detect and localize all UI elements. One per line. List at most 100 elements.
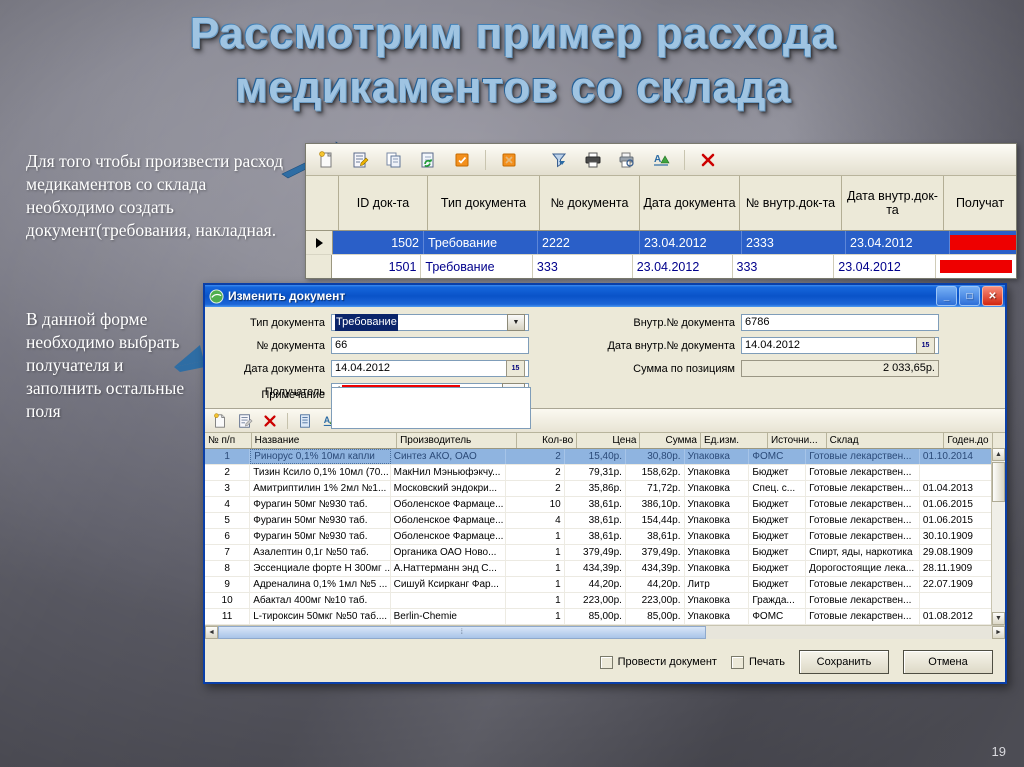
export-icon[interactable]: A [645, 146, 677, 174]
cell-name: Тизин Ксило 0,1% 10мл (70... [250, 465, 391, 480]
positions-grid[interactable]: № п/п Название Производитель Кол-во Цена… [205, 433, 1005, 625]
col-header-price[interactable]: Цена [577, 433, 641, 448]
minimize-button[interactable]: _ [936, 286, 957, 306]
table-row[interactable]: 1501 Требование 333 23.04.2012 333 23.04… [306, 255, 1016, 278]
documents-grid-body[interactable]: 1502 Требование 2222 23.04.2012 2333 23.… [306, 231, 1016, 278]
positions-grid-body[interactable]: 1 Ринорус 0,1% 10мл капли Синтез АКО, ОАО 2… [205, 449, 1005, 625]
chevron-down-icon[interactable]: ▼ [507, 314, 525, 331]
positions-hscrollbar[interactable]: ◄ ⁞ ► [205, 625, 1005, 639]
filter-icon[interactable] [543, 146, 575, 174]
cell-store: Спирт, яды, наркотика [806, 545, 920, 560]
cell-maker: А.Наттерманн энд С... [391, 561, 507, 576]
window-buttons[interactable]: _ □ ✕ [936, 286, 1003, 306]
delete-row-icon[interactable] [258, 411, 282, 431]
post-document-checkbox[interactable]: Провести документ [599, 655, 717, 669]
col-header-id[interactable]: ID док-та [339, 176, 428, 230]
doc-type-combobox[interactable]: Требование ▼ [331, 314, 529, 331]
post-document-icon[interactable] [446, 146, 478, 174]
cell-source: Бюджет [749, 561, 807, 576]
col-header-intno[interactable]: № внутр.док-та [740, 176, 842, 230]
positions-toolbar[interactable]: A [205, 409, 1005, 433]
table-row[interactable]: 1 Ринорус 0,1% 10мл капли Синтез АКО, ОАО 2… [205, 449, 1005, 465]
col-header-name[interactable]: Название [252, 433, 398, 448]
save-button[interactable]: Сохранить [799, 650, 889, 674]
internal-date-input[interactable]: 14.04.2012 15 [741, 337, 939, 354]
scroll-up-icon[interactable]: ▲ [992, 448, 1005, 461]
documents-list-window[interactable]: A ID док-та Тип документа № документа Да… [305, 143, 1017, 279]
label-doc-type: Тип документа [249, 316, 325, 329]
field-internal-date[interactable]: Дата внутр.№ документа 14.04.2012 15 [585, 336, 975, 355]
doc-date-input[interactable]: 14.04.2012 15 [331, 360, 529, 377]
calendar-icon[interactable]: 15 [506, 360, 525, 377]
col-header-type[interactable]: Тип документа [428, 176, 540, 230]
doc-type-value: Требование [335, 314, 398, 331]
print-preview-icon[interactable] [611, 146, 643, 174]
table-row[interactable]: 11 L-тироксин 50мкг №50 таб.... Berlin-Che… [205, 609, 1005, 625]
unpost-document-icon[interactable] [493, 146, 525, 174]
dialog-footer[interactable]: Провести документ Печать Сохранить Отмен… [205, 639, 1005, 682]
field-doc-type[interactable]: Тип документа Требование ▼ [205, 313, 550, 332]
col-header-sum[interactable]: Сумма [640, 433, 701, 448]
table-row[interactable]: 4 Фурагин 50мг №930 таб. Оболенское Фармац… [205, 497, 1005, 513]
calendar-icon[interactable]: 15 [916, 337, 935, 354]
table-row[interactable]: 8 Эссенциале форте Н 300мг ... А.Наттерман… [205, 561, 1005, 577]
cancel-button[interactable]: Отмена [903, 650, 993, 674]
edit-document-dialog[interactable]: Изменить документ _ □ ✕ Тип документа Тр… [203, 283, 1007, 684]
col-header-receiver[interactable]: Получат [944, 176, 1016, 230]
new-document-icon[interactable] [310, 146, 342, 174]
refresh-document-icon[interactable] [412, 146, 444, 174]
add-row-icon[interactable] [208, 411, 232, 431]
field-internal-no[interactable]: Внутр.№ документа 6786 [585, 313, 975, 332]
scroll-right-icon[interactable]: ► [992, 626, 1005, 639]
table-row[interactable]: 5 Фурагин 50мг №930 таб. Оболенское Фармац… [205, 513, 1005, 529]
note-textarea[interactable] [331, 387, 531, 429]
details-icon[interactable] [293, 411, 317, 431]
col-header-qty[interactable]: Кол-во [517, 433, 578, 448]
print-checkbox[interactable]: Печать [730, 655, 785, 669]
checkbox-box[interactable] [599, 655, 613, 669]
positions-vscrollbar[interactable]: ▲ ▼ [991, 448, 1005, 625]
document-form[interactable]: Тип документа Требование ▼ № документа 6… [205, 307, 1005, 429]
vscroll-thumb[interactable] [992, 462, 1005, 502]
dialog-titlebar[interactable]: Изменить документ _ □ ✕ [205, 285, 1005, 307]
table-row[interactable]: 9 Адреналина 0,1% 1мл №5 ... Сишуй Ксиркан… [205, 577, 1005, 593]
table-row[interactable]: 2 Тизин Ксило 0,1% 10мл (70... МакНил Мэнь… [205, 465, 1005, 481]
col-header-maker[interactable]: Производитель [397, 433, 517, 448]
copy-document-icon[interactable] [378, 146, 410, 174]
hscroll-thumb[interactable]: ⁞ [218, 626, 706, 639]
cell-docdate: 23.04.2012 [640, 231, 742, 254]
scroll-left-icon[interactable]: ◄ [205, 626, 218, 639]
col-header-source[interactable]: Источни... [768, 433, 827, 448]
cell-sum: 379,49р. [626, 545, 685, 560]
edit-row-icon[interactable] [233, 411, 257, 431]
documents-toolbar[interactable]: A [306, 144, 1016, 176]
table-row[interactable]: 1502 Требование 2222 23.04.2012 2333 23.… [306, 231, 1016, 255]
print-icon[interactable] [577, 146, 609, 174]
close-button[interactable]: ✕ [982, 286, 1003, 306]
maximize-button[interactable]: □ [959, 286, 980, 306]
cell-source: Бюджет [749, 513, 807, 528]
checkbox-box[interactable] [730, 655, 744, 669]
table-row[interactable]: 10 Абактал 400мг №10 таб. 1 223,00р. 223,00р… [205, 593, 1005, 609]
label-internal-no: Внутр.№ документа [633, 316, 735, 329]
col-header-num[interactable]: № п/п [205, 433, 252, 448]
field-doc-no[interactable]: № документа 66 [205, 336, 550, 355]
col-header-store[interactable]: Склад [827, 433, 945, 448]
col-header-docno[interactable]: № документа [540, 176, 640, 230]
hscroll-track[interactable]: ⁞ [218, 626, 992, 639]
table-row[interactable]: 3 Амитриптилин 1% 2мл №1... Московский энд… [205, 481, 1005, 497]
delete-icon[interactable] [692, 146, 724, 174]
table-row[interactable]: 6 Фурагин 50мг №930 таб. Оболенское Фармац… [205, 529, 1005, 545]
col-header-docdate[interactable]: Дата документа [640, 176, 740, 230]
field-doc-date[interactable]: Дата документа 14.04.2012 15 [205, 359, 550, 378]
col-header-intdate[interactable]: Дата внутр.док-та [842, 176, 944, 230]
col-header-until[interactable]: Годен.до [944, 433, 993, 448]
col-header-unit[interactable]: Ед.изм. [701, 433, 768, 448]
edit-document-icon[interactable] [344, 146, 376, 174]
table-row[interactable]: 7 Азалептин 0,1г №50 таб. Органика ОАО Нов… [205, 545, 1005, 561]
doc-no-input[interactable]: 66 [331, 337, 529, 354]
cell-until: 01.06.2015 [920, 513, 993, 528]
internal-no-input[interactable]: 6786 [741, 314, 939, 331]
form-left-column: Тип документа Требование ▼ № документа 6… [205, 313, 550, 429]
scroll-down-icon[interactable]: ▼ [992, 612, 1005, 625]
